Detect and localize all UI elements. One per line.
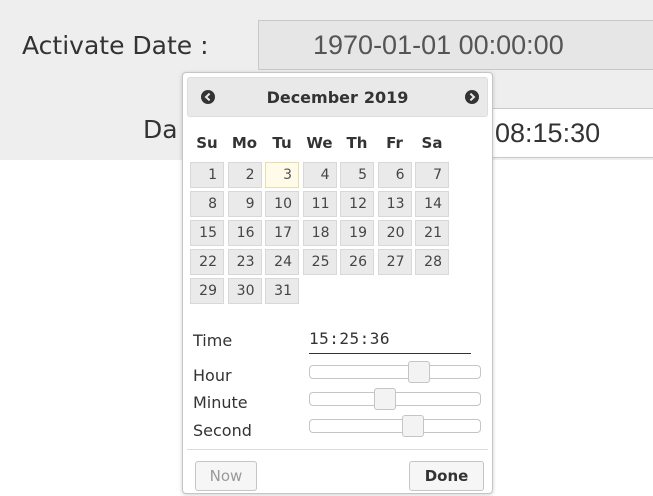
calendar-day-11[interactable]: 11 (302, 191, 337, 217)
calendar-day-27[interactable]: 27 (377, 249, 412, 275)
day-of-week-sa: Sa (421, 134, 443, 152)
calendar-day-25[interactable]: 25 (302, 249, 337, 275)
day-of-week-we: We (306, 134, 333, 152)
second-date-label: Da (143, 115, 178, 144)
day-of-week-su: Su (196, 134, 218, 152)
calendar-day-21[interactable]: 21 (415, 220, 449, 246)
hour-label: Hour (193, 366, 232, 385)
calendar-day-13[interactable]: 13 (377, 191, 412, 217)
minute-label: Minute (193, 393, 248, 412)
button-pane-divider (187, 449, 488, 450)
calendar-day-28[interactable]: 28 (415, 249, 449, 275)
calendar-day-7[interactable]: 7 (415, 162, 449, 188)
second-slider-handle[interactable] (402, 415, 424, 437)
calendar-day-10[interactable]: 10 (265, 191, 299, 217)
calendar-day-1[interactable]: 1 (190, 162, 224, 188)
calendar-day-4[interactable]: 4 (302, 162, 337, 188)
activate-date-label: Activate Date : (22, 31, 209, 60)
calendar-day-5[interactable]: 5 (340, 162, 374, 188)
calendar-day-22[interactable]: 22 (190, 249, 224, 275)
calendar-day-24[interactable]: 24 (265, 249, 299, 275)
time-label: Time (193, 331, 233, 350)
minute-slider[interactable] (309, 388, 481, 410)
day-of-week-th: Th (346, 134, 368, 152)
now-button[interactable]: Now (195, 461, 257, 491)
calendar-day-2[interactable]: 2 (227, 162, 262, 188)
time-value: 15:25:36 (309, 329, 471, 354)
minute-slider-handle[interactable] (374, 388, 396, 410)
calendar-day-18[interactable]: 18 (302, 220, 337, 246)
calendar-day-15[interactable]: 15 (190, 220, 224, 246)
done-button[interactable]: Done (409, 461, 484, 491)
calendar-day-30[interactable]: 30 (227, 278, 262, 304)
calendar-day-17[interactable]: 17 (265, 220, 299, 246)
day-of-week-tu: Tu (272, 134, 292, 152)
second-slider[interactable] (309, 415, 481, 437)
second-date-input[interactable]: 08:15:30 (470, 108, 653, 158)
calendar-day-14[interactable]: 14 (415, 191, 449, 217)
day-of-week-mo: Mo (231, 134, 258, 152)
calendar-day-26[interactable]: 26 (340, 249, 374, 275)
second-label: Second (193, 421, 252, 440)
calendar-day-3[interactable]: 3 (265, 162, 299, 188)
calendar-day-31[interactable]: 31 (265, 278, 299, 304)
circle-right-arrow-icon (465, 90, 479, 104)
year-label: 2019 (363, 88, 409, 107)
activate-date-input[interactable]: 1970-01-01 00:00:00 (258, 20, 653, 70)
hour-slider-handle[interactable] (408, 361, 430, 383)
hour-slider[interactable] (309, 361, 481, 383)
datetime-picker: December 2019 Su Mo Tu We Th Fr Sa 1 2 3 4 5 6 7 8 9 10 1… (182, 72, 493, 494)
calendar-day-23[interactable]: 23 (227, 249, 262, 275)
calendar-day-12[interactable]: 12 (340, 191, 374, 217)
next-month-button[interactable] (463, 88, 481, 106)
calendar-day-16[interactable]: 16 (227, 220, 262, 246)
calendar-day-20[interactable]: 20 (377, 220, 412, 246)
datepicker-title: December 2019 (188, 88, 487, 107)
calendar-day-8[interactable]: 8 (190, 191, 224, 217)
calendar-day-9[interactable]: 9 (227, 191, 262, 217)
datepicker-header: December 2019 (187, 77, 488, 117)
calendar-day-29[interactable]: 29 (190, 278, 224, 304)
day-of-week-fr: Fr (386, 134, 403, 152)
calendar-day-19[interactable]: 19 (340, 220, 374, 246)
month-label: December (266, 88, 358, 107)
calendar-day-6[interactable]: 6 (377, 162, 412, 188)
